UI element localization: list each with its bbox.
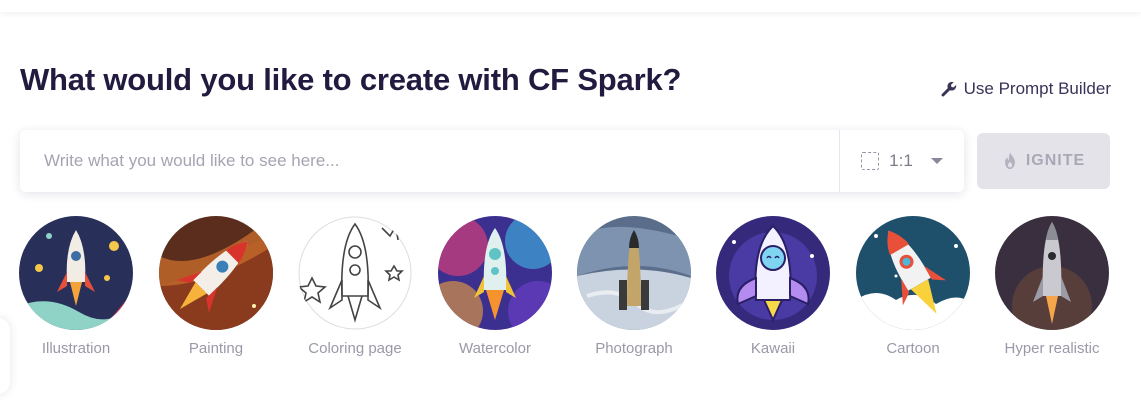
ignite-button[interactable]: IGNITE bbox=[977, 133, 1110, 189]
style-label: Cartoon bbox=[886, 340, 940, 357]
watercolor-thumbnail bbox=[438, 216, 552, 330]
style-option-cartoon[interactable]: Cartoon bbox=[843, 216, 983, 357]
aspect-ratio-icon bbox=[861, 152, 880, 170]
style-option-illustration[interactable]: Illustration bbox=[6, 216, 146, 357]
page-title: What would you like to create with CF Sp… bbox=[20, 62, 682, 97]
aspect-ratio-select[interactable]: 1:1 bbox=[839, 130, 964, 192]
coloring-page-thumbnail bbox=[298, 216, 412, 330]
style-label: Illustration bbox=[41, 340, 111, 357]
style-label: Hyper realistic bbox=[1004, 340, 1100, 357]
use-prompt-builder-link[interactable]: Use Prompt Builder bbox=[940, 79, 1111, 99]
prompt-input[interactable] bbox=[20, 130, 839, 192]
photograph-thumbnail bbox=[577, 216, 691, 330]
chevron-down-icon bbox=[930, 158, 943, 164]
illustration-thumbnail bbox=[19, 216, 133, 330]
style-option-watercolor[interactable]: Watercolor bbox=[425, 216, 565, 357]
style-option-kawaii[interactable]: Kawaii bbox=[703, 216, 843, 357]
flame-icon bbox=[1004, 152, 1015, 170]
aspect-ratio-value: 1:1 bbox=[889, 151, 913, 170]
style-label: Watercolor bbox=[459, 340, 531, 357]
kawaii-thumbnail bbox=[716, 216, 830, 330]
hyper-realistic-thumbnail bbox=[995, 216, 1109, 330]
style-option-painting[interactable]: Painting bbox=[146, 216, 286, 357]
style-option-photograph[interactable]: Photograph bbox=[564, 216, 704, 357]
ignite-label: IGNITE bbox=[1025, 152, 1086, 169]
style-label: Kawaii bbox=[750, 340, 796, 357]
style-picker: Illustration Painting Coloring page Wate… bbox=[19, 216, 1119, 366]
style-label: Photograph bbox=[595, 340, 673, 357]
prompt-bar: 1:1 bbox=[20, 130, 964, 192]
style-option-coloring-page[interactable]: Coloring page bbox=[285, 216, 425, 357]
cartoon-thumbnail bbox=[856, 216, 970, 330]
painting-thumbnail bbox=[159, 216, 273, 330]
top-bar bbox=[0, 0, 1141, 12]
prompt-builder-label: Use Prompt Builder bbox=[963, 79, 1111, 98]
style-label: Painting bbox=[188, 340, 244, 357]
style-option-hyper-realistic[interactable]: Hyper realistic bbox=[982, 216, 1122, 357]
style-label: Coloring page bbox=[308, 340, 402, 357]
wrench-icon bbox=[941, 81, 956, 97]
